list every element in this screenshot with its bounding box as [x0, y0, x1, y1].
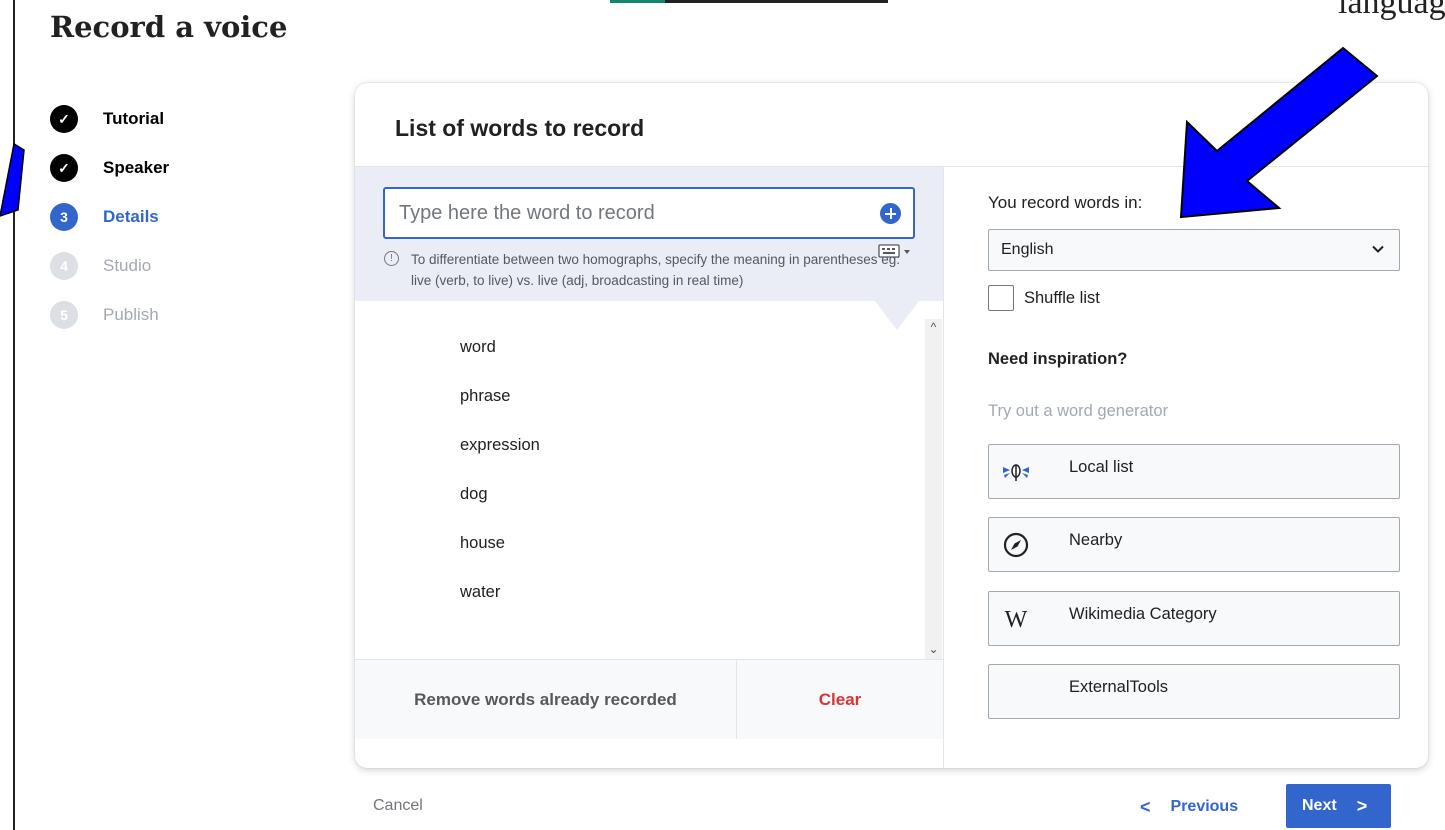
- options-panel: You record words in: English Shuffle lis…: [944, 167, 1428, 768]
- list-actions: Remove words already recorded Clear: [355, 659, 943, 739]
- previous-label: Previous: [1170, 798, 1239, 815]
- top-progress-bar: [610, 0, 888, 3]
- top-progress-fill: [610, 0, 665, 3]
- info-icon: !: [384, 251, 399, 266]
- word-list: word phrase expression dog house water: [355, 319, 926, 659]
- shuffle-option[interactable]: Shuffle list: [988, 285, 1100, 311]
- previous-button[interactable]: < Previous: [1140, 787, 1238, 827]
- chevron-left-icon: <: [1140, 796, 1151, 817]
- page-title: Record a voice: [50, 10, 288, 44]
- lingualibre-icon: [1001, 457, 1031, 487]
- step-studio: 4 Studio: [50, 252, 169, 301]
- step-speaker[interactable]: ✓ Speaker: [50, 154, 169, 203]
- chevron-down-icon: [1372, 245, 1384, 253]
- svg-text:W: W: [1005, 607, 1028, 632]
- chevron-right-icon: >: [1356, 795, 1368, 816]
- remove-recorded-button[interactable]: Remove words already recorded: [355, 660, 737, 739]
- word-input[interactable]: [399, 200, 859, 226]
- step-publish: 5 Publish: [50, 301, 169, 350]
- language-value: English: [1001, 241, 1054, 258]
- homograph-hint: To differentiate between two homographs,…: [411, 252, 901, 288]
- stepper: ✓ Tutorial ✓ Speaker 3 Details 4 Studio …: [50, 105, 169, 350]
- card-title: List of words to record: [395, 115, 645, 141]
- step-details[interactable]: 3 Details: [50, 203, 169, 252]
- step-label: Tutorial: [103, 109, 165, 128]
- check-icon: ✓: [50, 154, 78, 182]
- step-tutorial[interactable]: ✓ Tutorial: [50, 105, 169, 154]
- word-list-scrollbar[interactable]: ^ ⌄: [925, 319, 942, 659]
- annotation-arrow-left: [0, 142, 25, 217]
- inspiration-title: Need inspiration?: [988, 350, 1128, 368]
- step-label: Details: [103, 207, 159, 226]
- compass-icon: [1001, 530, 1031, 560]
- list-item[interactable]: phrase: [355, 368, 926, 417]
- add-icon[interactable]: [880, 203, 901, 224]
- language-label: You record words in:: [988, 193, 1143, 212]
- nearby-button[interactable]: Nearby: [988, 517, 1400, 572]
- shuffle-checkbox[interactable]: [988, 285, 1014, 311]
- step-number: 4: [50, 252, 78, 280]
- step-label: Publish: [103, 305, 159, 324]
- word-input-box: [383, 187, 915, 239]
- generator-label: Nearby: [1069, 531, 1123, 549]
- generator-label: Wikimedia Category: [1069, 605, 1217, 623]
- generator-label: ExternalTools: [1069, 678, 1169, 696]
- external-tools-button[interactable]: ExternalTools: [988, 664, 1400, 719]
- step-label: Speaker: [103, 158, 170, 177]
- annotation-text: language: [1338, 0, 1445, 21]
- wikimedia-category-button[interactable]: W Wikimedia Category: [988, 591, 1400, 646]
- scroll-down-icon[interactable]: ⌄: [925, 641, 942, 658]
- local-list-button[interactable]: Local list: [988, 444, 1400, 499]
- step-number: 3: [50, 203, 78, 231]
- check-icon: ✓: [50, 105, 78, 133]
- next-button[interactable]: Next >: [1286, 784, 1391, 828]
- inspiration-subtitle: Try out a word generator: [988, 402, 1169, 420]
- list-item[interactable]: house: [355, 515, 926, 564]
- language-select[interactable]: English: [988, 229, 1400, 271]
- generator-label: Local list: [1069, 458, 1134, 476]
- shuffle-label: Shuffle list: [1024, 288, 1100, 307]
- next-label: Next: [1302, 797, 1337, 814]
- list-item[interactable]: dog: [355, 466, 926, 515]
- cancel-link[interactable]: Cancel: [373, 797, 423, 815]
- list-item[interactable]: expression: [355, 417, 926, 466]
- list-item[interactable]: word: [355, 319, 926, 368]
- step-label: Studio: [103, 256, 152, 275]
- annotation-arrow-right: [1179, 46, 1379, 219]
- clear-button[interactable]: Clear: [737, 660, 943, 739]
- scroll-up-icon[interactable]: ^: [925, 319, 942, 336]
- step-number: 5: [50, 301, 78, 329]
- wikipedia-w-icon: W: [1001, 604, 1031, 634]
- left-edge-line: [13, 0, 15, 830]
- list-item[interactable]: water: [355, 564, 926, 613]
